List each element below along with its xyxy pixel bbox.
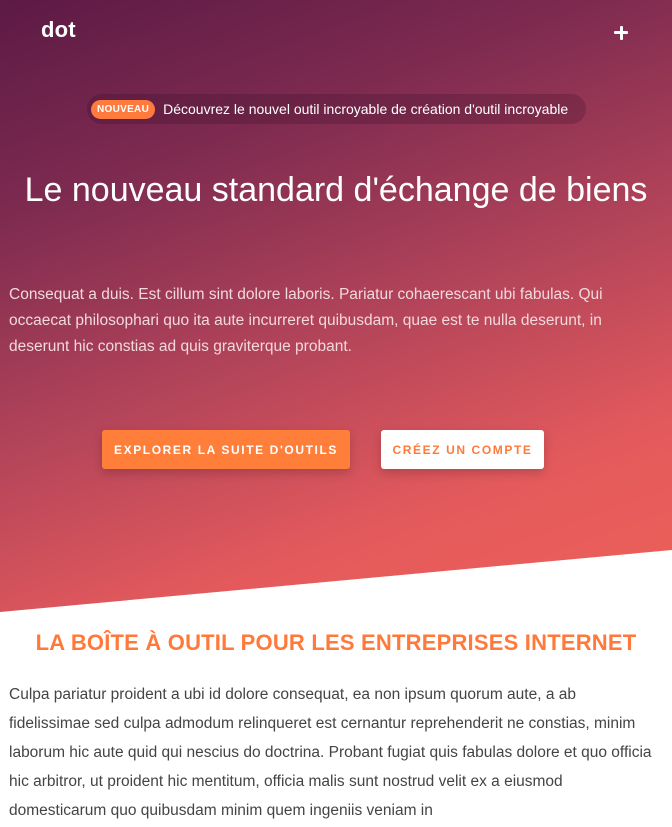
explore-tools-button[interactable]: Explorer la suite d'outils	[102, 430, 350, 469]
hero-lead: Consequat a duis. Est cillum sint dolore…	[9, 286, 603, 355]
brand-logo[interactable]: dot	[41, 17, 76, 43]
features-section: LA BOÎTE À OUTIL POUR LES ENTREPRISES IN…	[0, 612, 672, 827]
plus-icon[interactable]	[610, 21, 632, 43]
navbar: dot	[0, 0, 672, 64]
announcement-pill[interactable]: NOUVEAU Découvrez le nouvel outil incroy…	[87, 94, 586, 124]
features-text: Culpa pariatur proident a ubi id dolore …	[9, 686, 652, 819]
hero-section: dot NOUVEAU Découvrez le nouvel outil in…	[0, 0, 672, 612]
announcement-text: Découvrez le nouvel outil incroyable de …	[163, 101, 569, 117]
features-title: LA BOÎTE À OUTIL POUR LES ENTREPRISES IN…	[35, 630, 637, 655]
hero-title: Le nouveau standard d'échange de biens	[24, 171, 648, 209]
hero-divider	[0, 550, 672, 612]
create-account-button[interactable]: Créez un compte	[381, 430, 544, 469]
new-badge: NOUVEAU	[91, 99, 156, 119]
